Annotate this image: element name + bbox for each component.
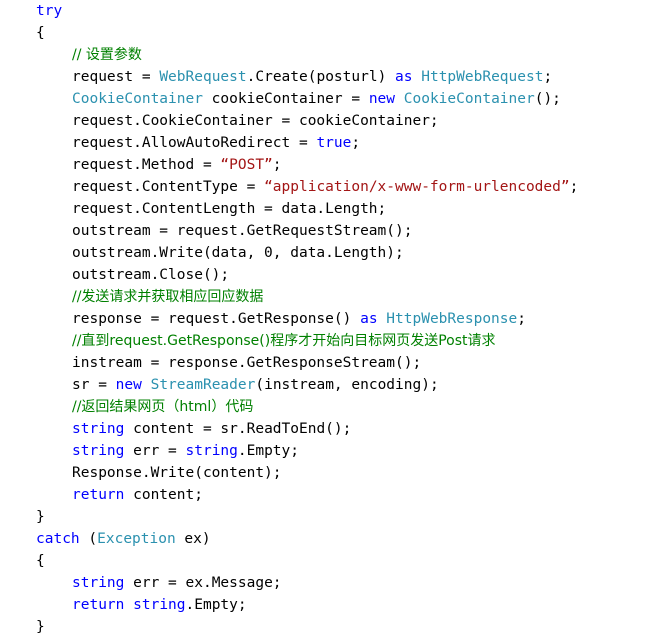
code-line: } — [0, 616, 645, 638]
code-token-cmt: // 设置参数 — [72, 47, 142, 63]
code-token-pln: .Empty; — [237, 443, 299, 459]
code-token-type: HttpWebResponse — [386, 311, 518, 327]
code-token-pln: request.ContentType = — [72, 179, 265, 195]
code-line: try — [0, 0, 645, 22]
code-token-kw: string — [133, 597, 186, 613]
code-token-pln: sr = — [72, 377, 116, 393]
code-token-type: Exception — [97, 531, 176, 547]
code-line: sr = new StreamReader(instream, encoding… — [0, 374, 645, 396]
code-line: instream = response.GetResponseStream(); — [0, 352, 645, 374]
code-line: outstream.Write(data, 0, data.Length); — [0, 242, 645, 264]
code-token-pln: instream = response.GetResponseStream(); — [72, 355, 422, 371]
code-line: string content = sr.ReadToEnd(); — [0, 418, 645, 440]
code-token-kw: string — [72, 421, 125, 437]
code-token-kw: return — [72, 487, 125, 503]
code-token-type: WebRequest — [159, 69, 247, 85]
code-token-pln: (); — [534, 91, 561, 107]
code-token-pln: .Empty; — [185, 597, 247, 613]
code-line: return content; — [0, 484, 645, 506]
code-token-pln: response = request.GetResponse() — [72, 311, 361, 327]
code-line: request.CookieContainer = cookieContaine… — [0, 110, 645, 132]
code-token-pln: content = sr.ReadToEnd(); — [124, 421, 352, 437]
code-token-kw: true — [316, 135, 352, 151]
code-line: request = WebRequest.Create(posturl) as … — [0, 66, 645, 88]
code-line: catch (Exception ex) — [0, 528, 645, 550]
code-token-pln: { — [36, 25, 45, 41]
code-token-pln: request = — [72, 69, 160, 85]
code-token-pln: cookieContainer = — [202, 91, 369, 107]
code-line: } — [0, 506, 645, 528]
code-token-pln — [378, 311, 387, 327]
code-token-pln: outstream.Write(data, 0, data.Length); — [72, 245, 404, 261]
code-line: // 设置参数 — [0, 44, 645, 66]
code-token-type: CookieContainer — [403, 91, 535, 107]
code-token-pln — [124, 597, 133, 613]
code-line: return string.Empty; — [0, 594, 645, 616]
code-token-pln: (instream, encoding); — [255, 377, 439, 393]
code-token-kw: string — [185, 443, 238, 459]
code-token-pln: .Create(posturl) — [246, 69, 396, 85]
code-token-cmt: //返回结果网页（html）代码 — [72, 399, 254, 415]
code-token-pln: outstream.Close(); — [72, 267, 230, 283]
code-token-kw: new — [115, 377, 142, 393]
code-token-kw: as — [395, 69, 413, 85]
code-token-pln: { — [36, 553, 45, 569]
code-line: CookieContainer cookieContainer = new Co… — [0, 88, 645, 110]
code-token-pln — [413, 69, 422, 85]
code-line: string err = string.Empty; — [0, 440, 645, 462]
code-line: response = request.GetResponse() as Http… — [0, 308, 645, 330]
code-token-pln: ; — [517, 311, 526, 327]
code-line: request.AllowAutoRedirect = true; — [0, 132, 645, 154]
code-token-type: StreamReader — [150, 377, 256, 393]
code-token-cmt: //直到request.GetResponse()程序才开始向目标网页发送Pos… — [72, 333, 496, 349]
code-token-type: HttpWebRequest — [421, 69, 544, 85]
code-token-pln: request.AllowAutoRedirect = — [72, 135, 317, 151]
code-token-pln: Response.Write(content); — [72, 465, 282, 481]
code-token-pln — [142, 377, 151, 393]
code-line: outstream.Close(); — [0, 264, 645, 286]
code-token-pln: ; — [569, 179, 579, 195]
code-line: string err = ex.Message; — [0, 572, 645, 594]
code-token-pln: request.ContentLength = data.Length; — [72, 201, 387, 217]
code-token-pln: outstream = request.GetRequestStream(); — [72, 223, 413, 239]
code-token-pln: } — [36, 619, 45, 635]
code-line: { — [0, 550, 645, 572]
code-token-pln: content; — [124, 487, 203, 503]
code-token-pln — [395, 91, 404, 107]
code-token-pln: request.Method = — [72, 157, 221, 173]
code-token-pln: ; — [543, 69, 553, 85]
code-line: outstream = request.GetRequestStream(); — [0, 220, 645, 242]
code-token-pln: ; — [272, 157, 282, 173]
code-line: Response.Write(content); — [0, 462, 645, 484]
code-token-kw: as — [360, 311, 378, 327]
code-token-kw: try — [36, 3, 63, 19]
code-token-kw: catch — [36, 531, 80, 547]
code-token-str: “application/x-www-form-urlencoded” — [264, 179, 570, 195]
code-token-kw: string — [72, 575, 125, 591]
code-token-pln: ex) — [175, 531, 211, 547]
code-line: //返回结果网页（html）代码 — [0, 396, 645, 418]
code-line: //发送请求并获取相应回应数据 — [0, 286, 645, 308]
code-line: { — [0, 22, 645, 44]
code-line: request.ContentLength = data.Length; — [0, 198, 645, 220]
code-line: request.Method = “POST”; — [0, 154, 645, 176]
code-token-type: CookieContainer — [72, 91, 203, 107]
code-token-pln: ( — [79, 531, 98, 547]
code-token-pln: err = — [124, 443, 186, 459]
code-token-pln: request.CookieContainer = cookieContaine… — [72, 113, 439, 129]
code-token-cmt: //发送请求并获取相应回应数据 — [72, 289, 264, 305]
code-token-kw: new — [368, 91, 396, 107]
code-line: request.ContentType = “application/x-www… — [0, 176, 645, 198]
code-token-pln: err = ex.Message; — [124, 575, 282, 591]
code-token-kw: string — [72, 443, 125, 459]
code-listing[interactable]: try { // 设置参数 request = WebRequest.Create(p… — [0, 0, 645, 638]
code-token-pln: ; — [351, 135, 361, 151]
code-token-str: “POST” — [220, 157, 273, 173]
code-token-pln: } — [36, 509, 45, 525]
code-token-kw: return — [72, 597, 125, 613]
code-line: //直到request.GetResponse()程序才开始向目标网页发送Pos… — [0, 330, 645, 352]
